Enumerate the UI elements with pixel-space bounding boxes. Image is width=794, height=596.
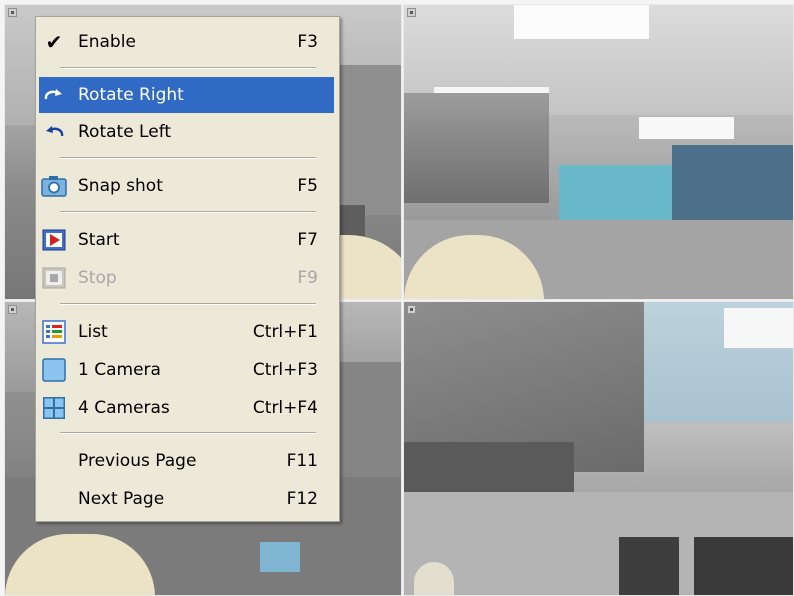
menu-separator — [60, 157, 316, 159]
menu-item-label: Rotate Left — [78, 122, 172, 142]
menu-separator — [60, 211, 316, 213]
menu-separator — [60, 432, 316, 434]
camera-control-button[interactable] — [407, 305, 416, 314]
single-view-icon — [40, 356, 68, 384]
camera-icon — [40, 172, 68, 200]
menu-item-shortcut: F12 — [286, 489, 318, 509]
menu-item-label: List — [78, 322, 108, 342]
check-icon: ✔ — [45, 30, 63, 54]
rotate-right-icon — [40, 81, 68, 109]
menu-item-rotate-left[interactable]: Rotate Left — [39, 114, 334, 150]
menu-item-4-cameras[interactable]: 4 Cameras Ctrl+F4 — [39, 390, 334, 426]
camera-view-4[interactable] — [403, 301, 794, 596]
ceiling-light — [514, 5, 649, 39]
menu-item-1-camera[interactable]: 1 Camera Ctrl+F3 — [39, 352, 334, 388]
stop-icon — [40, 264, 68, 292]
menu-item-enable[interactable]: ✔ Enable F3 — [39, 24, 334, 60]
menu-item-label: Previous Page — [78, 451, 197, 471]
menu-item-shortcut: F7 — [297, 230, 318, 250]
empty-icon-slot — [40, 485, 68, 513]
menu-item-label: Snap shot — [78, 176, 163, 196]
empty-icon-slot — [40, 447, 68, 475]
ceiling-light — [639, 117, 734, 139]
menu-item-start[interactable]: Start F7 — [39, 222, 334, 258]
menu-item-shortcut: Ctrl+F3 — [252, 360, 318, 380]
camera-view-2[interactable] — [403, 4, 794, 300]
menu-item-shortcut: F11 — [286, 451, 318, 471]
computer-tower — [694, 537, 793, 595]
menu-item-next-page[interactable]: Next Page F12 — [39, 481, 334, 517]
menu-item-rotate-right[interactable]: Rotate Right — [39, 77, 334, 113]
menu-item-shortcut: F5 — [297, 176, 318, 196]
menu-item-shortcut: F9 — [297, 268, 318, 288]
menu-item-list[interactable]: List Ctrl+F1 — [39, 314, 334, 350]
camera-context-menu: ✔ Enable F3 Rotate Right Rotate Left Sna… — [35, 16, 340, 522]
quad-view-icon — [40, 394, 68, 422]
camera-control-button[interactable] — [407, 8, 416, 17]
menu-item-snapshot[interactable]: Snap shot F5 — [39, 168, 334, 204]
camera-control-button[interactable] — [8, 305, 17, 314]
monitor — [260, 542, 300, 572]
menu-item-label: Enable — [78, 32, 136, 52]
ceiling-light — [724, 308, 793, 348]
play-icon — [40, 226, 68, 254]
menu-item-label: Next Page — [78, 489, 165, 509]
menu-separator — [60, 67, 316, 69]
overhead-cabinet — [404, 93, 549, 203]
menu-item-label: 1 Camera — [78, 360, 161, 380]
menu-item-previous-page[interactable]: Previous Page F11 — [39, 443, 334, 479]
menu-item-stop: Stop F9 — [39, 260, 334, 296]
list-view-icon — [40, 318, 68, 346]
chair — [414, 562, 454, 595]
rotate-left-icon — [40, 118, 68, 146]
shelf — [404, 442, 574, 492]
menu-item-shortcut: Ctrl+F4 — [252, 398, 318, 418]
menu-item-shortcut: F3 — [297, 32, 318, 52]
menu-item-shortcut: Ctrl+F1 — [252, 322, 318, 342]
menu-separator — [60, 303, 316, 305]
window — [559, 165, 674, 225]
menu-item-label: Stop — [78, 268, 117, 288]
computer-tower — [619, 537, 679, 595]
menu-item-label: Rotate Right — [78, 85, 184, 105]
menu-item-label: 4 Cameras — [78, 398, 170, 418]
camera-control-button[interactable] — [8, 8, 17, 17]
menu-item-label: Start — [78, 230, 120, 250]
